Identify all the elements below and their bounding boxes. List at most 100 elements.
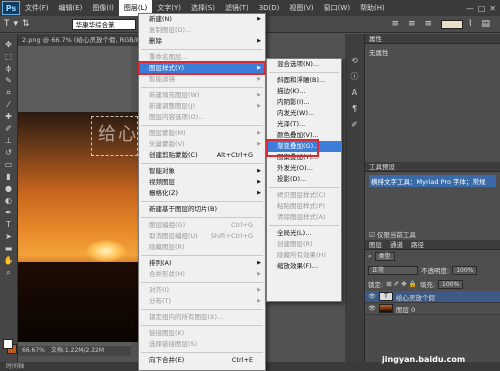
foreground-color-swatch[interactable]: [3, 339, 13, 349]
menu-row[interactable]: 合并形状(H) ▶: [139, 269, 265, 280]
menu-row[interactable]: 内发光(W)...: [267, 108, 341, 119]
menu-row[interactable]: 隐藏所有效果(H): [267, 250, 341, 261]
menu-item[interactable]: 图像(I): [87, 0, 119, 16]
close-icon[interactable]: ✕: [489, 4, 496, 13]
menu-row[interactable]: 图层编组(G) Ctrl+G: [139, 220, 265, 231]
dodge-tool-icon[interactable]: ◐: [3, 196, 15, 205]
minimize-icon[interactable]: —: [466, 4, 474, 13]
rectangle-tool-icon[interactable]: ▬: [3, 244, 15, 253]
menu-row[interactable]: 粘贴图层样式(P): [267, 201, 341, 212]
eyedropper-tool-icon[interactable]: ⁄: [3, 100, 15, 109]
quick-select-tool-icon[interactable]: ✎: [3, 76, 15, 85]
panel-toggle-icon[interactable]: ▤: [481, 19, 490, 29]
zoom-tool-icon[interactable]: ⌕: [3, 268, 15, 277]
layer-kind-filter[interactable]: 类型: [374, 252, 395, 261]
clone-stamp-tool-icon[interactable]: ⊥: [3, 136, 15, 145]
menu-row[interactable]: 删除 ▶: [139, 36, 265, 47]
layer-row-image[interactable]: 👁 图层 0: [365, 303, 500, 315]
menu-row[interactable]: 图层内容选项(O)...: [139, 112, 265, 123]
menu-row[interactable]: 智能对象 ▶: [139, 166, 265, 177]
visibility-eye-icon[interactable]: 👁: [368, 305, 376, 312]
healing-brush-tool-icon[interactable]: ✚: [3, 112, 15, 121]
menu-row[interactable]: 隐藏图层(R): [139, 242, 265, 253]
menu-item[interactable]: 窗口(W): [319, 0, 355, 16]
brush-tool-icon[interactable]: ✐: [3, 124, 15, 133]
layer-row-text[interactable]: 👁 T 给心灵放个假: [365, 291, 500, 303]
tab-paths[interactable]: 路径: [411, 240, 424, 249]
menu-row[interactable]: 选择链接图层(S): [139, 339, 265, 350]
path-select-tool-icon[interactable]: ➤: [3, 232, 15, 241]
lock-icons[interactable]: ⊞ ✐ ✥ 🔒: [386, 280, 417, 288]
current-tool-only-row[interactable]: ☑ 仅限当前工具: [365, 228, 500, 240]
paragraph-icon[interactable]: ¶: [350, 104, 360, 114]
menu-row[interactable]: 复制图层(D)...: [139, 25, 265, 36]
lasso-tool-icon[interactable]: ϕ: [3, 64, 15, 73]
menu-row[interactable]: 分布(T) ▶: [139, 296, 265, 307]
brush-preset-icon[interactable]: ✐: [350, 120, 360, 130]
blur-tool-icon[interactable]: ●: [3, 184, 15, 193]
tool-preset-header[interactable]: 工具预设: [365, 162, 500, 172]
menu-row[interactable]: 链接图层(K): [139, 328, 265, 339]
menu-item[interactable]: 视图(V): [284, 0, 318, 16]
menu-row[interactable]: 取消图层编组(U) Shift+Ctrl+G: [139, 231, 265, 242]
menu-row[interactable]: 全局光(L)...: [267, 228, 341, 239]
opacity-input[interactable]: 100%: [452, 265, 478, 275]
menu-row[interactable]: 向下合并(E) Ctrl+E: [139, 355, 265, 366]
menu-row[interactable]: 拷贝图层样式(C): [267, 190, 341, 201]
text-color-swatch[interactable]: [441, 19, 464, 29]
document-tab[interactable]: 2.png @ 66.7% (给心灵放个假, RGB/8): [18, 34, 158, 46]
marquee-tool-icon[interactable]: ⬚: [3, 52, 15, 61]
menu-row[interactable]: 创建图层(R): [267, 239, 341, 250]
maximize-icon[interactable]: □: [478, 4, 486, 13]
menu-row[interactable]: 混合选项(N)...: [267, 59, 341, 70]
gradient-tool-icon[interactable]: ▮: [3, 172, 15, 181]
menu-row[interactable]: 新建调整图层(J) ▶: [139, 101, 265, 112]
character-icon[interactable]: A: [350, 88, 360, 98]
history-icon[interactable]: ⟲: [350, 56, 360, 66]
menu-item[interactable]: 编辑(E): [54, 0, 88, 16]
eraser-tool-icon[interactable]: ▭: [3, 160, 15, 169]
menu-row[interactable]: 描边(K)...: [267, 86, 341, 97]
menu-row[interactable]: 新建填充图层(W) ▶: [139, 90, 265, 101]
menu-row[interactable]: 投影(D)...: [267, 174, 341, 185]
menu-row[interactable]: 创建剪贴蒙版(C) Alt+Ctrl+G: [139, 150, 265, 161]
tab-layers[interactable]: 图层: [369, 240, 382, 249]
blend-mode-select[interactable]: 正常: [368, 265, 418, 275]
menu-item[interactable]: 文件(F): [20, 0, 54, 16]
menu-row[interactable]: 对齐(I) ▶: [139, 285, 265, 296]
type-tool-icon[interactable]: T: [3, 220, 15, 229]
crop-tool-icon[interactable]: ⌗: [3, 88, 15, 97]
tool-preset-item[interactable]: 横排文字工具：Myriad Pro 字体；常规: [369, 175, 496, 187]
menu-row[interactable]: 锁定组内的所有图层(X)...: [139, 312, 265, 323]
menu-row[interactable]: 光泽(T)...: [267, 119, 341, 130]
chevron-down-icon[interactable]: ▾: [14, 19, 19, 29]
hand-tool-icon[interactable]: ✋: [3, 256, 15, 265]
visibility-eye-icon[interactable]: 👁: [368, 293, 376, 300]
menu-row[interactable]: 清除图层样式(A): [267, 212, 341, 223]
menu-row[interactable]: 矢量蒙版(V) ▶: [139, 139, 265, 150]
move-tool-icon[interactable]: ✥: [3, 40, 15, 49]
warp-text-icon[interactable]: ⌇: [468, 19, 472, 29]
fill-input[interactable]: 100%: [438, 279, 464, 289]
text-tool-icon[interactable]: T: [4, 19, 10, 29]
text-orientation-icon[interactable]: ⇅: [22, 19, 30, 29]
menu-row[interactable]: 外发光(O)...: [267, 163, 341, 174]
menu-row[interactable]: 内阴影(I)...: [267, 97, 341, 108]
font-family-select[interactable]: 华康华综合篆: [71, 18, 136, 30]
align-right-icon[interactable]: ≡: [425, 19, 433, 29]
menu-row[interactable]: 新建基于图层的切片(B): [139, 204, 265, 215]
menu-row[interactable]: 视频图层 ▶: [139, 177, 265, 188]
canvas-image[interactable]: 给心: [18, 112, 138, 342]
menu-row[interactable]: 缩放效果(F)...: [267, 261, 341, 272]
history-brush-tool-icon[interactable]: ↺: [3, 148, 15, 157]
pen-tool-icon[interactable]: ✒: [3, 208, 15, 217]
properties-panel-header[interactable]: 属性: [365, 34, 500, 44]
menu-row[interactable]: 图层蒙版(M) ▶: [139, 128, 265, 139]
align-left-icon[interactable]: ≡: [391, 19, 399, 29]
tab-channels[interactable]: 通道: [390, 240, 403, 249]
menu-row[interactable]: 智能滤镜 ▶: [139, 74, 265, 85]
info-icon[interactable]: ⓘ: [350, 72, 360, 82]
menu-row[interactable]: 栅格化(Z) ▶: [139, 188, 265, 199]
align-center-icon[interactable]: ≡: [408, 19, 416, 29]
menu-row[interactable]: 排列(A) ▶: [139, 258, 265, 269]
